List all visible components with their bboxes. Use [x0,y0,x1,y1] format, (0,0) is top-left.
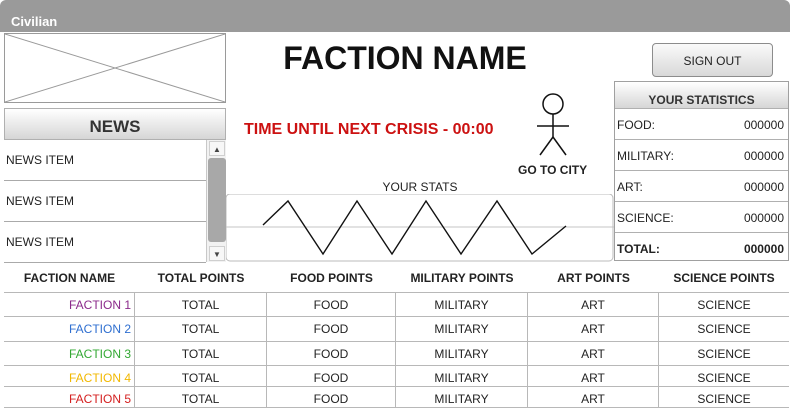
faction-table: FACTION NAME TOTAL POINTS FOOD POINTS MI… [4,262,789,408]
stat-value: 000000 [743,211,784,225]
faction-name-cell: FACTION 2 [4,317,135,341]
table-row: FACTION 1 TOTAL FOOD MILITARY ART SCIENCE [4,293,789,317]
scrollbar-thumb[interactable] [208,158,226,242]
art-cell: ART [528,387,659,407]
go-to-city-figure[interactable] [533,92,573,162]
news-header: NEWS [4,108,226,140]
stat-label: TOTAL: [617,242,660,256]
table-row: FACTION 4 TOTAL FOOD MILITARY ART SCIENCE [4,366,789,387]
news-list[interactable]: NEWS ITEM NEWS ITEM NEWS ITEM [4,140,206,263]
military-cell: MILITARY [396,293,528,316]
science-cell: SCIENCE [697,347,751,361]
column-header: MILITARY POINTS [410,271,514,285]
news-title: NEWS [89,117,141,136]
total-cell: TOTAL [135,317,267,341]
science-cell: SCIENCE [697,392,751,406]
art-cell: ART [528,317,659,341]
art-cell: ART [528,293,659,316]
go-to-city-link[interactable]: GO TO CITY [518,163,587,177]
news-item[interactable]: NEWS ITEM [4,140,206,181]
window-title-bar: Civilian [0,0,790,32]
statistics-panel: YOUR STATISTICS FOOD: 000000 MILITARY: 0… [614,81,789,261]
food-cell: FOOD [267,317,396,341]
stat-label: ART: [617,180,643,194]
military-cell: MILITARY [396,387,528,407]
science-cell: SCIENCE [697,322,751,336]
table-row: FACTION 3 TOTAL FOOD MILITARY ART SCIENCE [4,342,789,366]
stat-label: FOOD: [617,118,655,132]
stick-figure-icon[interactable] [533,92,573,162]
total-cell: TOTAL [135,366,267,386]
stat-value: 000000 [743,180,784,194]
stat-value: 000000 [743,118,784,132]
faction-name-cell: FACTION 1 [4,293,135,316]
image-placeholder-icon [4,33,226,103]
faction-name-cell: FACTION 3 [4,342,135,365]
military-cell: MILITARY [396,342,528,365]
stat-label: SCIENCE: [617,211,674,225]
column-header: ART POINTS [557,271,630,285]
news-item[interactable]: NEWS ITEM [4,181,206,222]
stat-row-science: SCIENCE: 000000 [615,202,788,233]
military-cell: MILITARY [396,366,528,386]
faction-name-title: FACTION NAME [283,40,527,76]
window-title: Civilian [11,14,58,29]
total-cell: TOTAL [135,342,267,365]
column-header: SCIENCE POINTS [673,271,775,285]
scroll-down-arrow-icon[interactable]: ▼ [209,246,225,261]
stat-row-total: TOTAL: 000000 [615,233,788,264]
art-cell: ART [528,342,659,365]
sign-out-button[interactable]: SIGN OUT [652,43,773,77]
statistics-title: YOUR STATISTICS [615,82,788,109]
table-row: FACTION 5 TOTAL FOOD MILITARY ART SCIENCE [4,387,789,408]
stat-label: MILITARY: [617,149,674,163]
military-cell: MILITARY [396,317,528,341]
stats-graph-svg [225,193,614,262]
stats-graph [225,193,614,262]
column-header: FACTION NAME [23,271,116,285]
column-header: FOOD POINTS [290,271,373,285]
stat-value: 000000 [743,149,784,163]
food-cell: FOOD [267,293,396,316]
science-cell: SCIENCE [697,298,751,312]
faction-name-cell: FACTION 4 [4,366,135,386]
column-header: TOTAL POINTS [157,271,245,285]
stat-row-food: FOOD: 000000 [615,109,788,140]
stat-row-military: MILITARY: 000000 [615,140,788,171]
stat-value: 000000 [743,242,784,256]
scroll-up-arrow-icon[interactable]: ▲ [209,141,225,156]
total-cell: TOTAL [135,293,267,316]
your-stats-label: YOUR STATS [382,180,458,194]
news-item[interactable]: NEWS ITEM [4,222,206,263]
crisis-timer: TIME UNTIL NEXT CRISIS - 00:00 [244,121,494,138]
science-cell: SCIENCE [697,371,751,385]
image-placeholder [4,33,226,103]
table-row: FACTION 2 TOTAL FOOD MILITARY ART SCIENCE [4,317,789,342]
total-cell: TOTAL [135,387,267,407]
food-cell: FOOD [267,366,396,386]
food-cell: FOOD [267,342,396,365]
food-cell: FOOD [267,387,396,407]
stat-row-art: ART: 000000 [615,171,788,202]
news-scrollbar[interactable]: ▲ ▼ [206,140,226,262]
art-cell: ART [528,366,659,386]
faction-name-cell: FACTION 5 [4,387,135,407]
